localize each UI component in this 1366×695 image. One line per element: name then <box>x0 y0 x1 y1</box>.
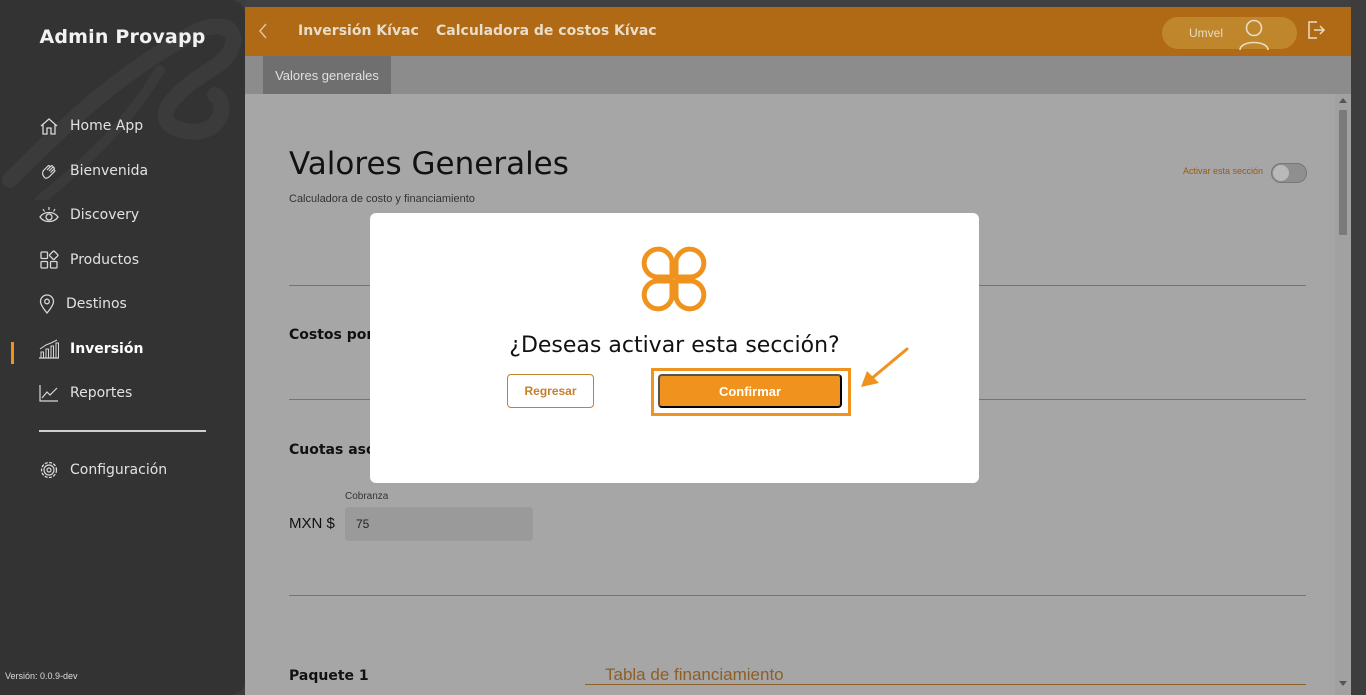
tab-valores-generales[interactable]: Valores generales <box>263 56 391 94</box>
active-crumb-notch <box>533 0 547 7</box>
scrollbar-thumb[interactable] <box>1339 110 1347 235</box>
sidebar-item-label: Reportes <box>70 385 133 401</box>
line-chart-icon <box>38 382 60 404</box>
section-fees-label: Cuotas aso <box>289 442 376 458</box>
section-tabs: Valores generales <box>245 56 1351 94</box>
eye-icon <box>38 204 60 226</box>
sidebar-item-label: Discovery <box>70 207 140 223</box>
breadcrumb-calculadora[interactable]: Calculadora de costos Kívac <box>436 23 657 39</box>
financing-table-label: Tabla de financiamiento <box>605 665 784 684</box>
sidebar-item-productos[interactable]: Productos <box>38 248 139 272</box>
version-label: Versión: 0.0.9-dev <box>5 671 78 681</box>
page-subtitle: Calculadora de costo y financiamiento <box>289 193 475 205</box>
sidebar-item-label: Configuración <box>70 462 168 478</box>
sidebar-divider <box>39 430 206 432</box>
section-costs-label: Costos por <box>289 327 374 343</box>
sidebar-item-reportes[interactable]: Reportes <box>38 381 132 405</box>
scrollbar[interactable] <box>1335 94 1351 695</box>
kivac-logo-icon <box>640 245 708 318</box>
sidebar-item-bienvenida[interactable]: Bienvenida <box>38 159 148 183</box>
sidebar-item-label: Inversión <box>70 341 144 357</box>
toggle-knob <box>1273 165 1289 181</box>
pointer-arrow-icon <box>857 345 913 396</box>
gear-icon <box>38 459 60 481</box>
breadcrumb-inversion[interactable]: Inversión Kívac <box>298 23 419 39</box>
scroll-up-icon[interactable] <box>1339 98 1347 103</box>
hand-wave-icon <box>38 160 60 182</box>
sidebar-item-label: Bienvenida <box>70 163 149 179</box>
back-chevron-icon[interactable] <box>257 21 269 46</box>
grid-icon <box>38 249 60 271</box>
sidebar-item-destinos[interactable]: Destinos <box>38 292 127 316</box>
sidebar-item-label: Home App <box>70 118 144 134</box>
map-pin-icon <box>38 293 56 315</box>
user-menu[interactable]: Umvel <box>1162 17 1297 51</box>
home-icon <box>38 115 60 137</box>
cobranza-label: Cobranza <box>345 491 389 502</box>
sidebar-item-inversion[interactable]: Inversión <box>38 337 143 361</box>
confirm-button[interactable]: Confirmar <box>658 374 842 408</box>
back-button[interactable]: Regresar <box>507 374 594 408</box>
logout-icon[interactable] <box>1306 20 1326 45</box>
app-brand: Admin Provapp <box>39 26 206 48</box>
user-name: Umvel <box>1189 26 1224 40</box>
sidebar-item-label: Productos <box>70 252 140 268</box>
page-title: Valores Generales <box>289 146 569 182</box>
activate-section-toggle[interactable] <box>1271 163 1307 183</box>
sidebar-item-configuracion[interactable]: Configuración <box>38 458 167 482</box>
divider <box>289 595 1306 596</box>
sidebar: Admin Provapp Home App Bienvenida Discov… <box>0 0 245 695</box>
sidebar-item-home-app[interactable]: Home App <box>38 114 143 138</box>
header-bar: Inversión Kívac Calculadora de costos Kí… <box>245 0 1351 56</box>
sidebar-item-discovery[interactable]: Discovery <box>38 203 139 227</box>
active-indicator <box>11 342 14 364</box>
sidebar-item-label: Destinos <box>66 296 127 312</box>
window-edge <box>1351 0 1366 695</box>
toggle-label: Activar esta sección <box>1183 166 1264 176</box>
cobranza-input[interactable]: 75 <box>345 507 533 541</box>
package-label: Paquete 1 <box>289 668 369 684</box>
user-avatar-icon <box>1236 17 1272 54</box>
scroll-down-icon[interactable] <box>1339 681 1347 686</box>
bar-chart-icon <box>38 338 60 360</box>
top-strip <box>245 0 1366 7</box>
currency-label: MXN $ <box>289 515 335 532</box>
financing-divider <box>585 684 1306 685</box>
